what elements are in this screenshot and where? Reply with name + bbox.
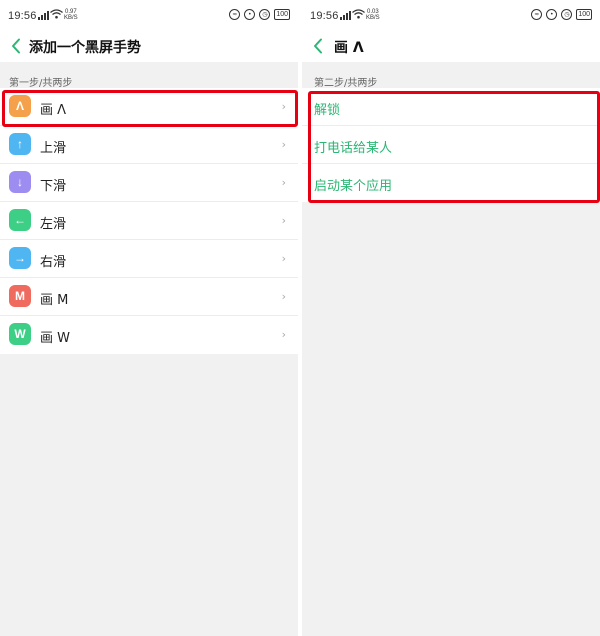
action-item-launch-app[interactable]: 启动某个应用	[302, 164, 600, 202]
arrow-up-icon: ↑	[9, 133, 31, 155]
header: 画 Λ	[302, 30, 600, 62]
gesture-item-swipe-left[interactable]: ← 左滑 ›	[0, 202, 298, 240]
right-screen: 19:56 0.03 KB/S ≈ • ◷ 100 画 Λ 第二步/共两步 解锁 …	[302, 0, 600, 636]
network-speed-unit: KB/S	[366, 15, 380, 21]
rotation-lock-icon: •	[546, 9, 558, 20]
network-speed-unit: KB/S	[64, 15, 78, 21]
gesture-label: 右滑	[40, 255, 67, 270]
chevron-right-icon: ›	[281, 176, 286, 189]
step-label: 第二步/共两步	[314, 78, 378, 89]
battery-icon: 100	[576, 9, 592, 20]
left-screen: 19:56 0.97 KB/S ≈ • ◷ 100 添加一个黑屏手势 第一步/共两…	[0, 0, 298, 636]
gesture-list: Λ 画 Λ › ↑ 上滑 › ↓ 下滑 › ← 左滑 › → 右滑 › M 画 …	[0, 88, 298, 354]
wifi-icon	[50, 9, 63, 22]
letter-m-icon: M	[9, 285, 31, 307]
gesture-label: 画 M	[40, 293, 69, 308]
gesture-item-swipe-up[interactable]: ↑ 上滑 ›	[0, 126, 298, 164]
alarm-icon: ◷	[259, 9, 271, 20]
step-label: 第一步/共两步	[9, 78, 73, 89]
rotation-lock-icon: •	[244, 9, 256, 20]
status-icons: ≈ • ◷ 100	[229, 9, 290, 20]
gesture-item-draw-m[interactable]: M 画 M ›	[0, 278, 298, 316]
status-bar: 19:56 0.03 KB/S ≈ • ◷ 100	[302, 0, 600, 30]
action-item-unlock[interactable]: 解锁	[302, 88, 600, 126]
chevron-right-icon: ›	[281, 328, 286, 341]
status-bar: 19:56 0.97 KB/S ≈ • ◷ 100	[0, 0, 298, 30]
gesture-label: 左滑	[40, 217, 67, 232]
chevron-left-icon	[314, 38, 322, 54]
vibrate-icon: ≈	[531, 9, 543, 20]
page-title: 画 Λ	[334, 40, 364, 56]
wifi-icon	[352, 9, 365, 22]
network-speed: 0.03 KB/S	[366, 9, 380, 21]
chevron-right-icon: ›	[281, 214, 286, 227]
chevron-right-icon: ›	[281, 138, 286, 151]
action-list: 解锁 打电话给某人 启动某个应用	[302, 88, 600, 202]
cell-signal-icon	[340, 11, 351, 20]
chevron-right-icon: ›	[281, 252, 286, 265]
chevron-left-icon	[12, 38, 20, 54]
arrow-right-icon: →	[9, 247, 31, 269]
action-label: 解锁	[314, 103, 341, 118]
arrow-left-icon: ←	[9, 209, 31, 231]
gesture-item-swipe-right[interactable]: → 右滑 ›	[0, 240, 298, 278]
gesture-label: 画 Λ	[40, 103, 67, 118]
vibrate-icon: ≈	[229, 9, 241, 20]
back-button[interactable]	[309, 35, 327, 57]
gesture-label: 上滑	[40, 141, 67, 156]
status-time: 19:56	[310, 10, 339, 22]
gesture-item-draw-w[interactable]: W 画 W ›	[0, 316, 298, 354]
action-item-call[interactable]: 打电话给某人	[302, 126, 600, 164]
header: 添加一个黑屏手势	[0, 30, 298, 62]
cell-signal-icon	[38, 11, 49, 20]
status-icons: ≈ • ◷ 100	[531, 9, 592, 20]
gesture-label: 画 W	[40, 331, 70, 346]
letter-w-icon: W	[9, 323, 31, 345]
page-title: 添加一个黑屏手势	[29, 40, 141, 56]
back-button[interactable]	[7, 35, 25, 57]
status-time: 19:56	[8, 10, 37, 22]
gesture-label: 下滑	[40, 179, 67, 194]
alarm-icon: ◷	[561, 9, 573, 20]
action-label: 打电话给某人	[314, 141, 393, 156]
arrow-down-icon: ↓	[9, 171, 31, 193]
caret-up-icon: Λ	[9, 95, 31, 117]
chevron-right-icon: ›	[281, 100, 286, 113]
battery-icon: 100	[274, 9, 290, 20]
action-label: 启动某个应用	[314, 179, 393, 194]
chevron-right-icon: ›	[281, 290, 286, 303]
network-speed: 0.97 KB/S	[64, 9, 78, 21]
gesture-item-caret[interactable]: Λ 画 Λ ›	[0, 88, 298, 126]
gesture-item-swipe-down[interactable]: ↓ 下滑 ›	[0, 164, 298, 202]
